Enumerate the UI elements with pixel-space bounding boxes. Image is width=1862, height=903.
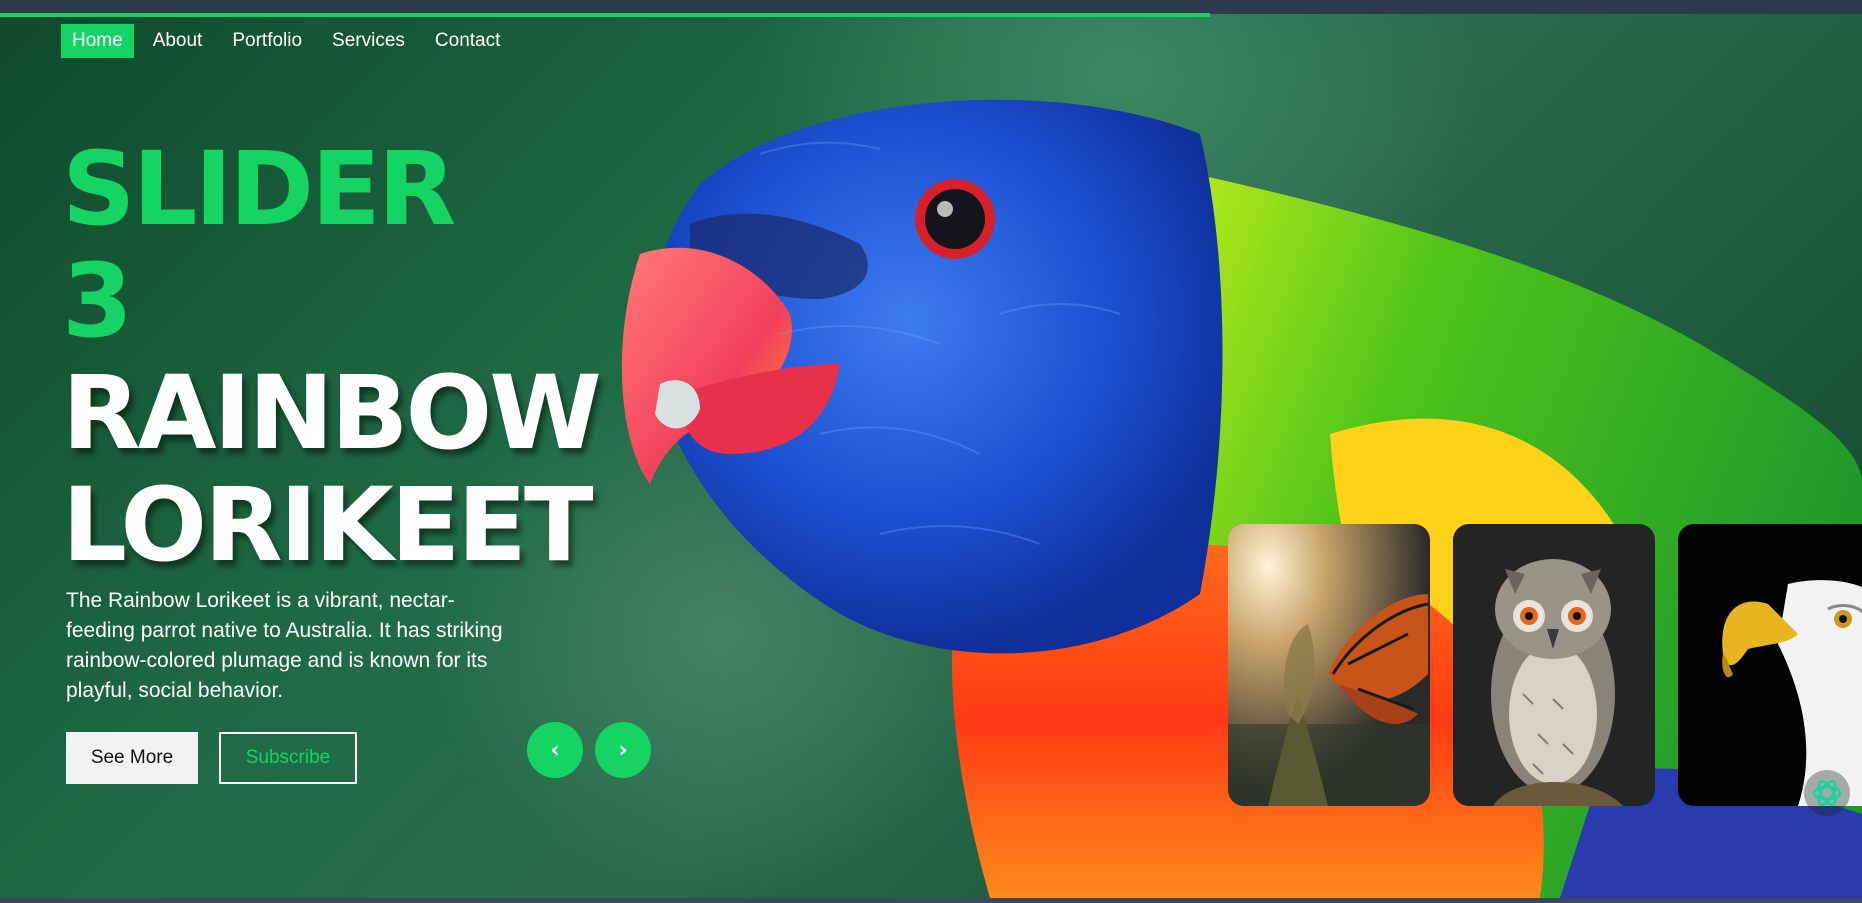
chevron-right-icon: › [618,737,628,763]
thumbnail-eagle[interactable] [1678,524,1862,806]
browser-top-strip [0,0,1862,14]
hero-title-line-4: LORIKEET [62,466,594,585]
prev-slide-button[interactable]: ‹ [527,722,583,778]
chevron-left-icon: ‹ [550,737,560,763]
nav-services-link[interactable]: Services [321,24,416,58]
hero-title-line-1: SLIDER [62,130,456,249]
nav-about-link[interactable]: About [142,24,214,58]
hero-title: SLIDER 3 RAINBOW LORIKEET [62,130,602,585]
next-slide-button[interactable]: › [595,722,651,778]
thumbnail-butterfly[interactable] [1228,524,1430,806]
hero-title-line-2: 3 [62,242,133,361]
butterfly-image [1228,524,1430,806]
hero-description: The Rainbow Lorikeet is a vibrant, necta… [66,589,503,702]
main-nav: Home About Portfolio Services Contact [61,24,511,58]
eagle-image [1678,524,1862,806]
slide-progress-bar [0,13,1211,17]
hero-slider: Home About Portfolio Services Contact SL… [0,14,1862,898]
subscribe-button[interactable]: Subscribe [219,732,357,784]
see-more-button[interactable]: See More [66,732,198,784]
hero-title-line-3: RAINBOW [62,354,602,473]
thumbnail-owl[interactable] [1453,524,1655,806]
ai-assistant-button[interactable] [1804,770,1850,816]
nav-portfolio-link[interactable]: Portfolio [221,24,313,58]
owl-image [1453,524,1655,806]
browser-bottom-strip [0,898,1862,903]
nav-home-link[interactable]: Home [61,24,134,58]
openai-icon [1812,780,1842,806]
nav-contact-link[interactable]: Contact [424,24,511,58]
